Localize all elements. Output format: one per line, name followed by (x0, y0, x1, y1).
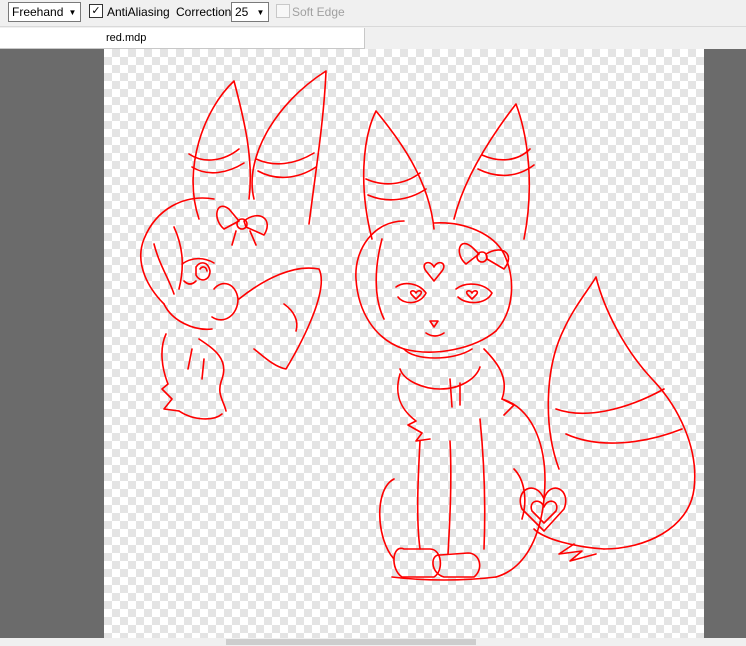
soft-edge-checkbox[interactable] (276, 4, 290, 18)
left-character-sketch (139, 70, 327, 420)
brush-mode-value: Freehand (12, 5, 64, 19)
antialiasing-label: AntiAliasing (107, 5, 170, 19)
line-art-drawing (139, 70, 696, 581)
correction-dropdown[interactable]: 25 ▼ (231, 2, 269, 22)
document-tab[interactable]: red.mdp (0, 28, 365, 49)
document-tab-name: red.mdp (106, 32, 147, 44)
drawing-canvas[interactable] (104, 49, 704, 638)
antialiasing-checkbox[interactable]: ✓ (89, 4, 103, 18)
chevron-down-icon: ▼ (68, 7, 77, 17)
soft-edge-label: Soft Edge (292, 5, 345, 19)
chevron-down-icon: ▼ (256, 7, 265, 17)
horizontal-scrollbar[interactable] (0, 638, 746, 646)
horizontal-scrollbar-thumb[interactable] (226, 639, 476, 645)
correction-value: 25 (235, 5, 249, 19)
brush-mode-dropdown[interactable]: Freehand ▼ (8, 2, 81, 22)
brush-toolbar: Freehand ▼ ✓ AntiAliasing Correction 25 … (0, 0, 746, 27)
checkmark-icon: ✓ (91, 4, 101, 17)
canvas-workspace (0, 49, 746, 638)
correction-label: Correction (176, 5, 232, 19)
right-character-sketch (355, 103, 696, 581)
document-tab-strip: red.mdp (0, 28, 746, 49)
